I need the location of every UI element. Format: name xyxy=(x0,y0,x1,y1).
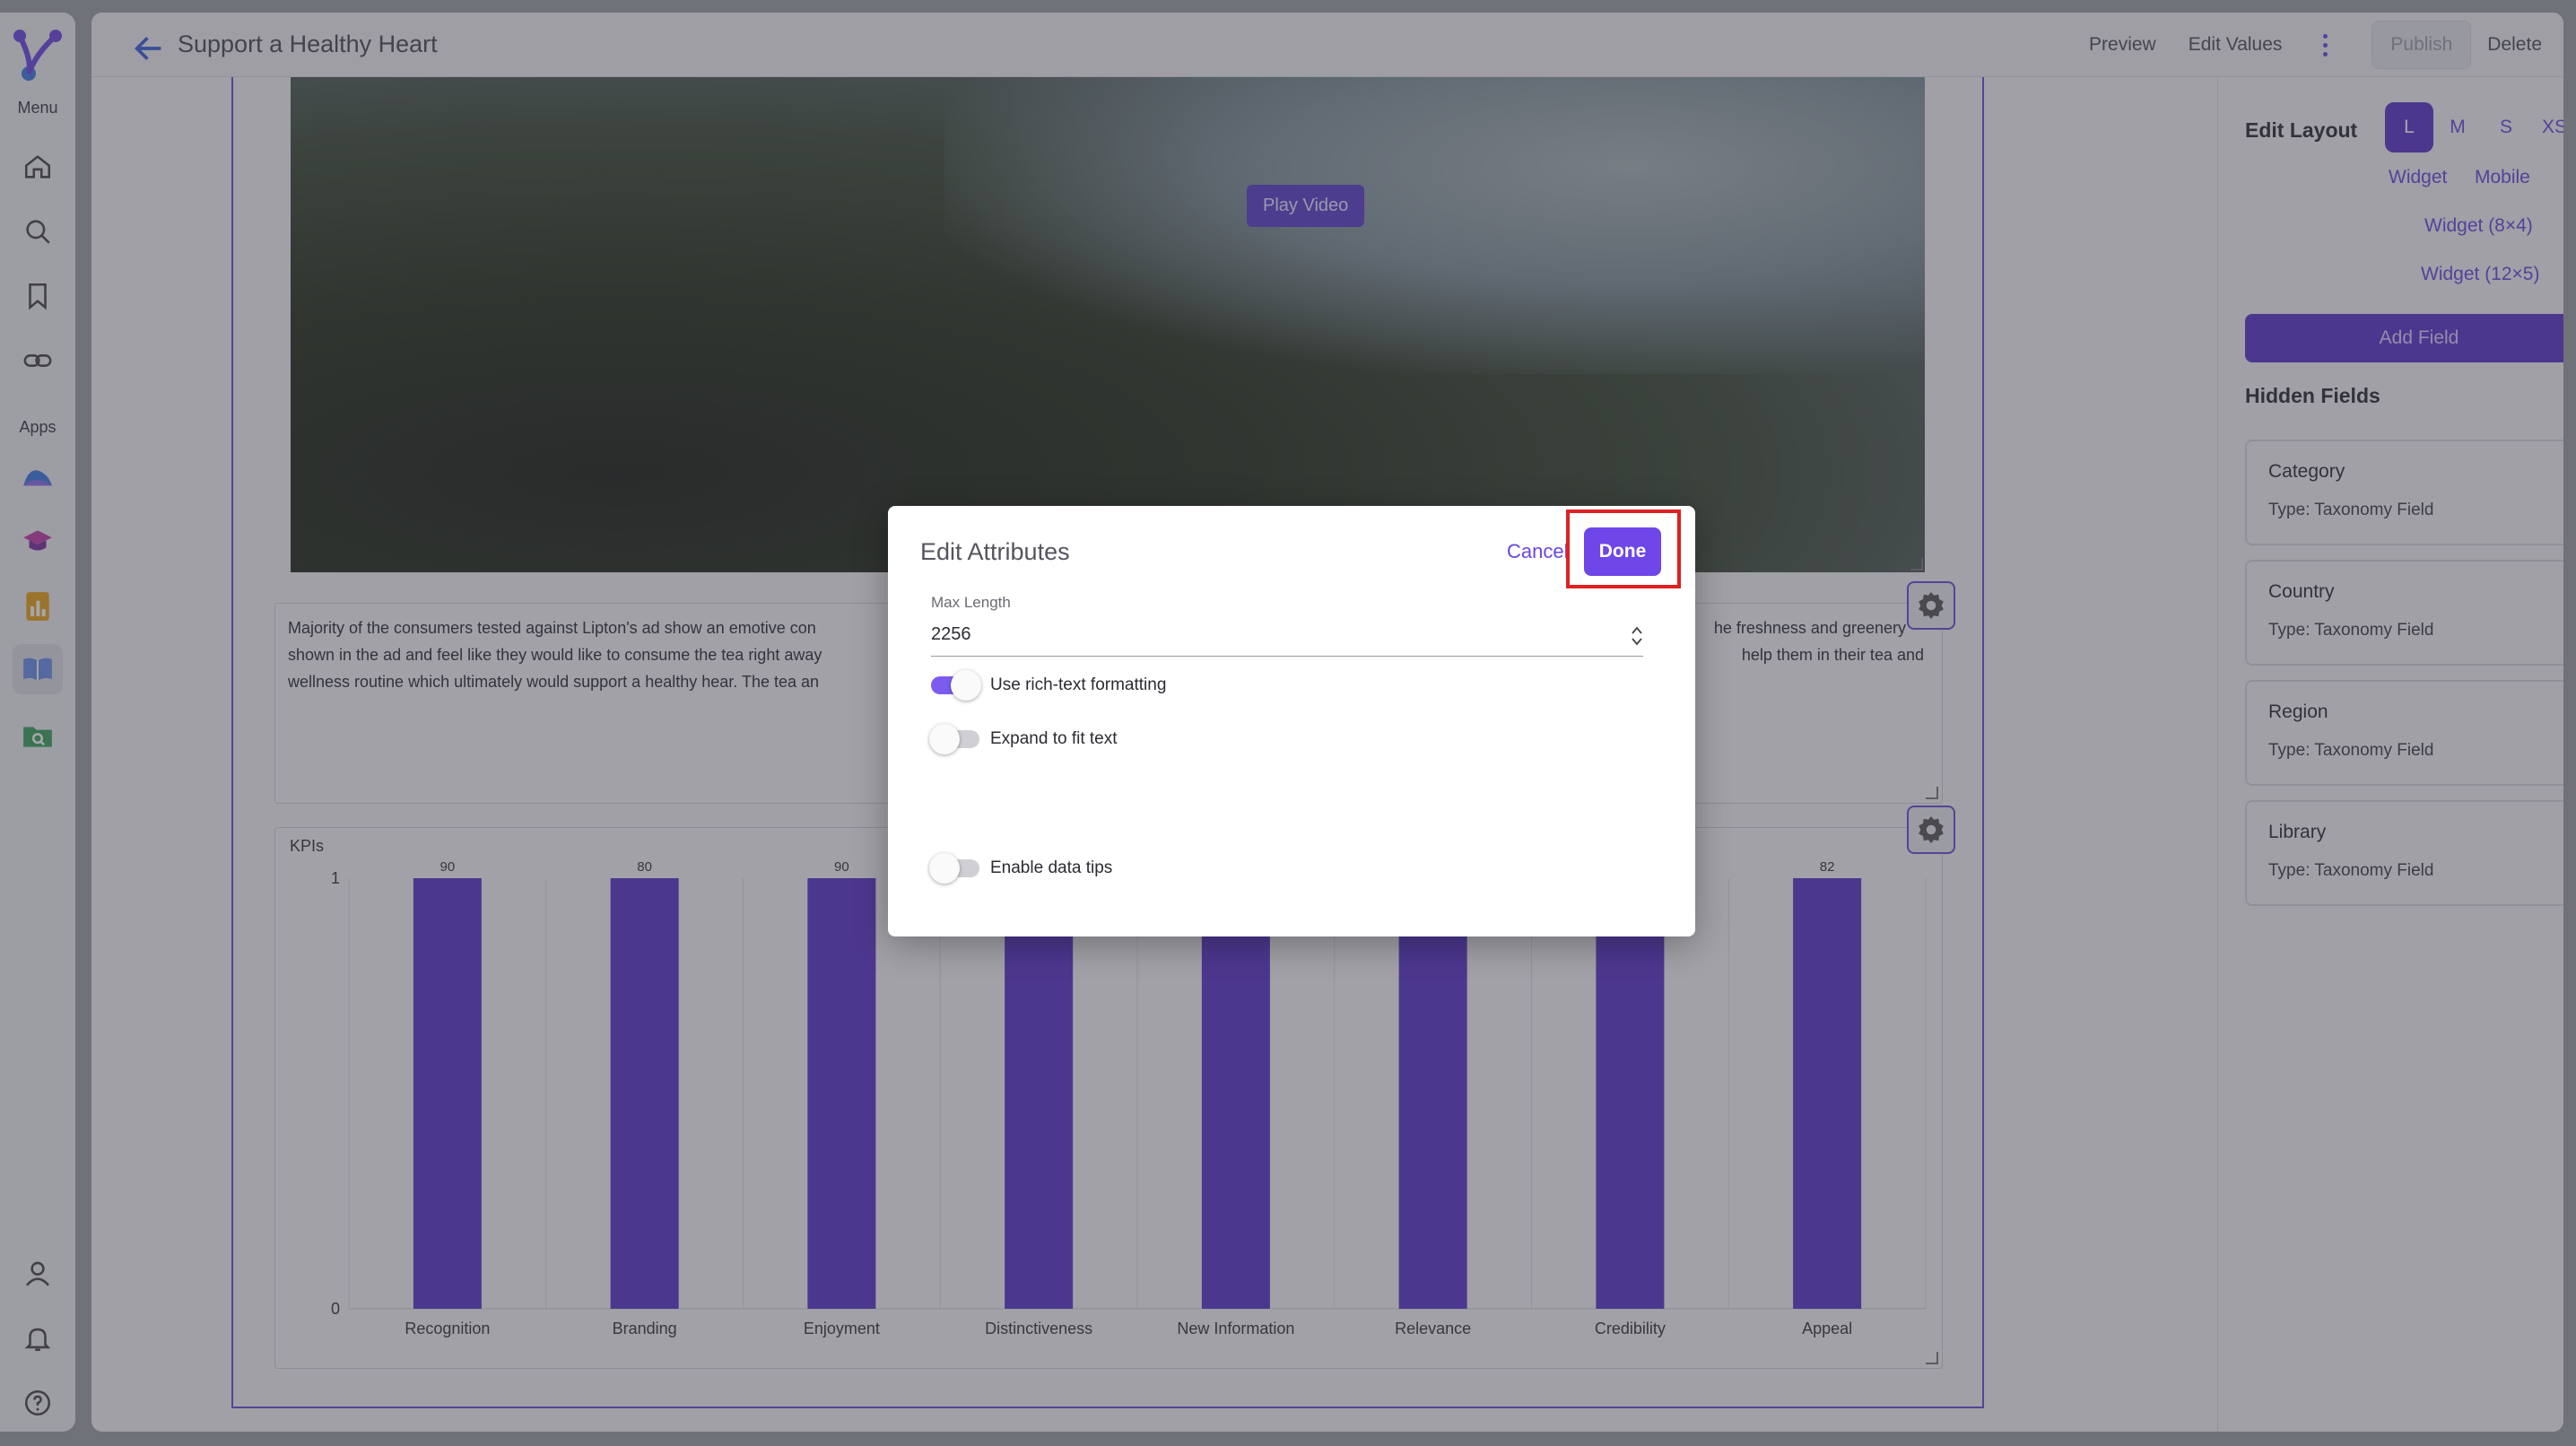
expand-to-fit-label: Expand to fit text xyxy=(990,729,1118,748)
max-length-input[interactable]: 2256 xyxy=(931,617,1643,657)
data-tips-toggle[interactable] xyxy=(929,852,981,884)
data-tips-toggle-row[interactable]: Enable data tips xyxy=(929,852,1112,884)
dialog-title: Edit Attributes xyxy=(920,538,1070,565)
expand-to-fit-toggle[interactable] xyxy=(929,723,981,755)
done-highlight-box xyxy=(1566,510,1681,588)
rich-text-label: Use rich-text formatting xyxy=(990,675,1167,694)
expand-toggle-row[interactable]: Expand to fit text xyxy=(929,723,1118,755)
cancel-button[interactable]: Cancel xyxy=(1507,540,1568,563)
rich-text-toggle-row[interactable]: Use rich-text formatting xyxy=(929,669,1166,701)
max-length-label: Max Length xyxy=(931,594,1011,611)
rich-text-toggle[interactable] xyxy=(929,669,981,701)
number-stepper-icon[interactable] xyxy=(1631,624,1643,648)
data-tips-label: Enable data tips xyxy=(990,858,1113,877)
max-length-value: 2256 xyxy=(931,624,971,644)
